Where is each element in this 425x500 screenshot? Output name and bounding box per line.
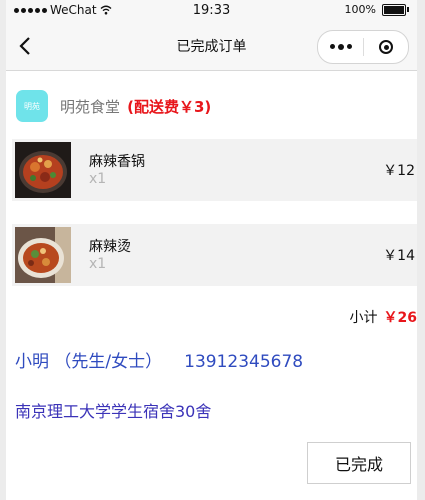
subtotal-amount: ￥26	[383, 310, 417, 326]
more-options-icon[interactable]	[318, 44, 363, 50]
close-miniprogram-button[interactable]	[364, 40, 408, 54]
battery-icon	[382, 3, 406, 16]
subtotal-label: 小计	[349, 310, 378, 326]
delivery-address: 南京理工大学学生宿舍30舍	[15, 402, 212, 421]
battery-status: 100%	[345, 3, 409, 16]
item-price: ￥12	[383, 163, 415, 179]
order-status-button[interactable]: 已完成	[307, 442, 411, 484]
item-quantity: x1	[89, 171, 107, 187]
navigation-bar: 已完成订单	[6, 22, 417, 71]
order-item: 麻辣香锅 x1 ￥12	[12, 139, 417, 201]
item-quantity: x1	[89, 256, 107, 272]
item-price: ￥14	[383, 248, 415, 264]
order-subtotal: 小计 ￥26	[350, 307, 417, 327]
shop-header: 明苑 明苑食堂 (配送费￥3)	[16, 90, 211, 122]
order-item: 麻辣烫 x1 ￥14	[12, 224, 417, 286]
miniprogram-capsule	[317, 30, 409, 64]
phone-screen: WeChat 19:33 100% 已完成订单 明苑 明苑食堂 (配送费￥3) …	[6, 0, 417, 500]
dish-image	[15, 142, 71, 198]
status-bar: WeChat 19:33 100%	[6, 0, 417, 22]
shop-name: 明苑食堂	[60, 97, 121, 116]
delivery-fee: (配送费￥3)	[127, 97, 212, 116]
shop-logo: 明苑	[16, 90, 48, 122]
item-name: 麻辣香锅	[89, 154, 145, 170]
recipient-name: 小明 （先生/女士）	[15, 352, 163, 372]
battery-label: 100%	[344, 3, 376, 16]
recipient-contact: 小明 （先生/女士） 13912345678	[15, 347, 303, 372]
item-name: 麻辣烫	[89, 239, 131, 255]
dish-image	[15, 227, 71, 283]
recipient-phone: 13912345678	[184, 352, 304, 372]
close-target-icon	[379, 40, 393, 54]
